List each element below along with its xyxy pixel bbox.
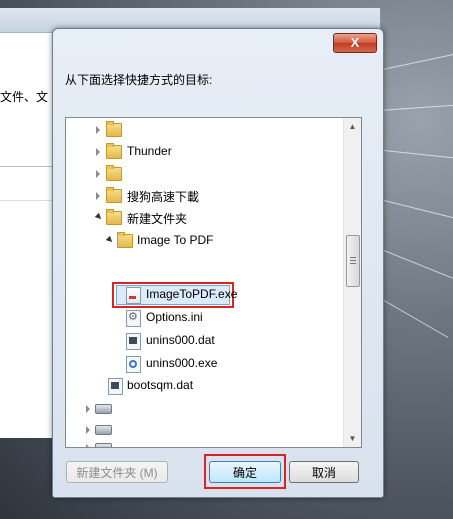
new-folder-button[interactable]: 新建文件夹 (M) — [66, 461, 168, 483]
tree-item[interactable]: Thunder — [66, 142, 336, 162]
cancel-button[interactable]: 取消 — [289, 461, 359, 483]
settings-file-icon — [126, 310, 141, 327]
collapse-arrow-icon[interactable] — [105, 235, 115, 245]
tree-item-label: Thunder — [127, 144, 172, 158]
tree-item-label: unins000.dat — [146, 333, 215, 347]
drive-icon — [95, 425, 112, 435]
tree-item-label: 搜狗高速下載 — [127, 190, 200, 204]
tree-item[interactable]: bootsqm.dat — [66, 376, 336, 396]
folder-open-icon — [117, 232, 133, 248]
tree-item[interactable] — [66, 120, 336, 140]
expand-arrow-icon[interactable] — [86, 444, 90, 447]
drive-icon — [95, 404, 112, 414]
scroll-up-icon[interactable]: ▲ — [344, 118, 361, 135]
tree-item[interactable]: Options.ini — [66, 308, 336, 328]
dialog-prompt: 从下面选择快捷方式的目标: — [65, 73, 213, 87]
whisker-line — [383, 200, 453, 219]
whisker-line — [377, 53, 453, 71]
tree-item[interactable]: 新建文件夹 — [66, 208, 336, 228]
drive-icon — [95, 443, 112, 447]
divider — [0, 200, 52, 201]
expand-arrow-icon[interactable] — [96, 148, 100, 156]
expand-arrow-icon[interactable] — [86, 426, 90, 434]
background-window-text: 文件、文 — [0, 90, 49, 104]
folder-tree[interactable]: Thunder 搜狗高速下載 新建文件夹 Image To PDF ImageT… — [65, 117, 362, 448]
folder-icon — [106, 143, 122, 159]
whisker-line — [383, 150, 453, 159]
grip-line — [350, 260, 356, 261]
grip-line — [350, 263, 356, 264]
tree-item-label: 新建文件夹 — [127, 212, 188, 226]
folder-icon — [106, 165, 122, 181]
tree-item[interactable]: unins000.exe — [66, 354, 336, 374]
tree-item-label: Image To PDF — [137, 233, 214, 247]
expand-arrow-icon[interactable] — [96, 192, 100, 200]
tree-item-label: ImageToPDF.exe — [146, 287, 238, 301]
folder-icon — [106, 121, 122, 137]
tree-item[interactable] — [66, 399, 336, 419]
tree-item[interactable]: unins000.dat — [66, 331, 336, 351]
uninstaller-icon — [126, 356, 141, 373]
data-file-icon — [126, 333, 141, 350]
tree-item[interactable] — [66, 438, 336, 447]
expand-arrow-icon[interactable] — [96, 126, 100, 134]
vertical-scrollbar[interactable]: ▲ ▼ — [343, 118, 361, 447]
whisker-line — [383, 250, 453, 279]
whisker-line — [379, 104, 453, 111]
scrollbar-thumb[interactable] — [346, 235, 360, 287]
expand-arrow-icon[interactable] — [96, 170, 100, 178]
tree-item[interactable] — [66, 164, 336, 184]
close-button[interactable]: X — [333, 33, 377, 53]
folder-icon — [106, 187, 122, 203]
expand-arrow-icon[interactable] — [86, 405, 90, 413]
collapse-arrow-icon[interactable] — [94, 212, 104, 222]
whisker-line — [383, 300, 449, 338]
tree-item-label: bootsqm.dat — [127, 378, 194, 392]
divider — [0, 166, 52, 167]
folder-open-icon — [106, 209, 122, 225]
grip-line — [350, 257, 356, 258]
data-file-icon — [108, 378, 123, 395]
ok-button[interactable]: 确定 — [209, 461, 281, 483]
tree-item[interactable]: 搜狗高速下載 — [66, 186, 336, 206]
tree-item-label: Options.ini — [146, 310, 203, 324]
tree-item-selected[interactable]: ImageToPDF.exe — [66, 285, 336, 305]
application-file-icon — [126, 287, 141, 304]
browse-for-target-dialog: X 从下面选择快捷方式的目标: Thunder 搜狗高速下載 新建文件夹 Ima… — [52, 28, 384, 498]
tree-item[interactable] — [66, 420, 336, 440]
tree-item[interactable]: Image To PDF — [66, 231, 336, 251]
tree-item-label: unins000.exe — [146, 356, 218, 370]
scroll-down-icon[interactable]: ▼ — [344, 430, 361, 447]
